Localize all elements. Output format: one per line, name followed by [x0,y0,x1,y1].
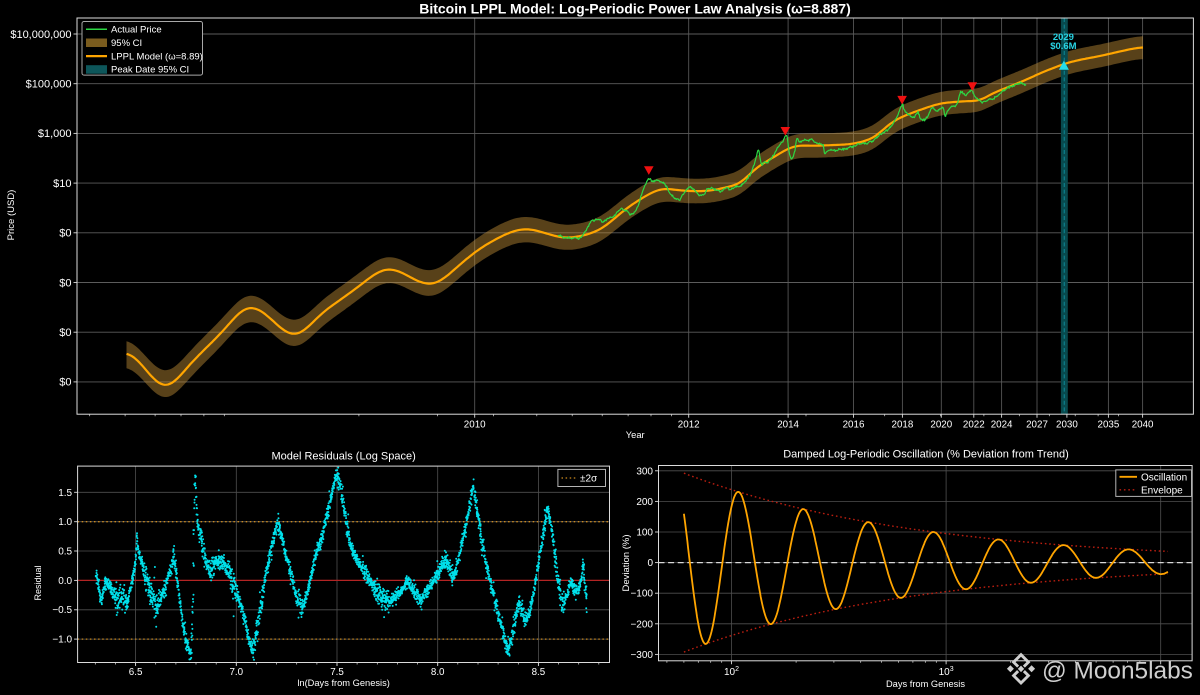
svg-text:0.0: 0.0 [58,576,72,587]
svg-text:0: 0 [647,558,653,569]
svg-text:6.5: 6.5 [129,667,143,678]
svg-text:8.0: 8.0 [431,667,445,678]
svg-text:Price (USD): Price (USD) [6,190,17,241]
svg-text:Model Residuals (Log Space): Model Residuals (Log Space) [271,451,415,463]
svg-text:−1.0: −1.0 [52,635,72,646]
svg-text:−200: −200 [630,619,653,630]
svg-text:2022: 2022 [963,420,985,431]
svg-text:−0.5: −0.5 [52,605,72,616]
svg-text:2024: 2024 [991,420,1013,431]
svg-text:95% CI: 95% CI [111,38,142,49]
svg-text:300: 300 [636,466,653,477]
svg-text:Oscillation: Oscillation [1141,472,1187,483]
svg-text:±2σ: ±2σ [580,474,598,485]
svg-text:2040: 2040 [1132,420,1154,431]
svg-text:Deviation (%): Deviation (%) [621,534,632,591]
svg-text:$0: $0 [59,377,71,389]
svg-text:2027: 2027 [1026,420,1048,431]
svg-text:$100,000: $100,000 [26,79,72,91]
svg-text:1.0: 1.0 [58,517,72,528]
svg-text:Envelope: Envelope [1141,485,1183,496]
svg-text:$0: $0 [59,327,71,339]
svg-text:Days from Genesis: Days from Genesis [886,679,965,689]
svg-text:Residual: Residual [33,565,43,600]
svg-text:2012: 2012 [678,420,700,431]
svg-text:2020: 2020 [930,420,952,431]
svg-text:−300: −300 [630,650,653,661]
svg-text:$0: $0 [59,228,71,240]
svg-text:Year: Year [626,430,645,440]
svg-text:LPPL Model (ω=8.89): LPPL Model (ω=8.89) [111,51,203,62]
svg-text:$1,000: $1,000 [38,128,72,140]
svg-text:$10,000,000: $10,000,000 [10,29,71,41]
svg-text:2010: 2010 [464,420,486,431]
svg-text:Damped Log-Periodic Oscillatio: Damped Log-Periodic Oscillation (% Devia… [783,448,1069,460]
svg-text:7.5: 7.5 [330,667,344,678]
svg-text:8.5: 8.5 [532,667,546,678]
svg-text:$0: $0 [59,277,71,289]
svg-text:2016: 2016 [843,420,865,431]
svg-text:−100: −100 [630,589,653,600]
svg-text:Bitcoin LPPL Model: Log-Period: Bitcoin LPPL Model: Log-Periodic Power L… [419,1,851,17]
svg-text:0.5: 0.5 [58,547,72,558]
svg-text:7.0: 7.0 [229,667,243,678]
svg-text:200: 200 [636,497,653,508]
svg-text:2035: 2035 [1098,420,1120,431]
svg-text:2014: 2014 [777,420,799,431]
svg-text:Actual Price: Actual Price [111,25,162,36]
svg-text:1.5: 1.5 [58,488,72,499]
svg-text:$10: $10 [53,178,71,190]
svg-text:ln(Days from Genesis): ln(Days from Genesis) [297,678,389,688]
svg-text:2018: 2018 [892,420,914,431]
svg-text:Peak Date 95% CI: Peak Date 95% CI [111,65,189,76]
svg-text:$0.6M: $0.6M [1050,41,1076,52]
svg-text:@ Moon5labs: @ Moon5labs [1042,658,1193,685]
svg-text:2030: 2030 [1056,420,1078,431]
svg-text:100: 100 [636,528,653,539]
